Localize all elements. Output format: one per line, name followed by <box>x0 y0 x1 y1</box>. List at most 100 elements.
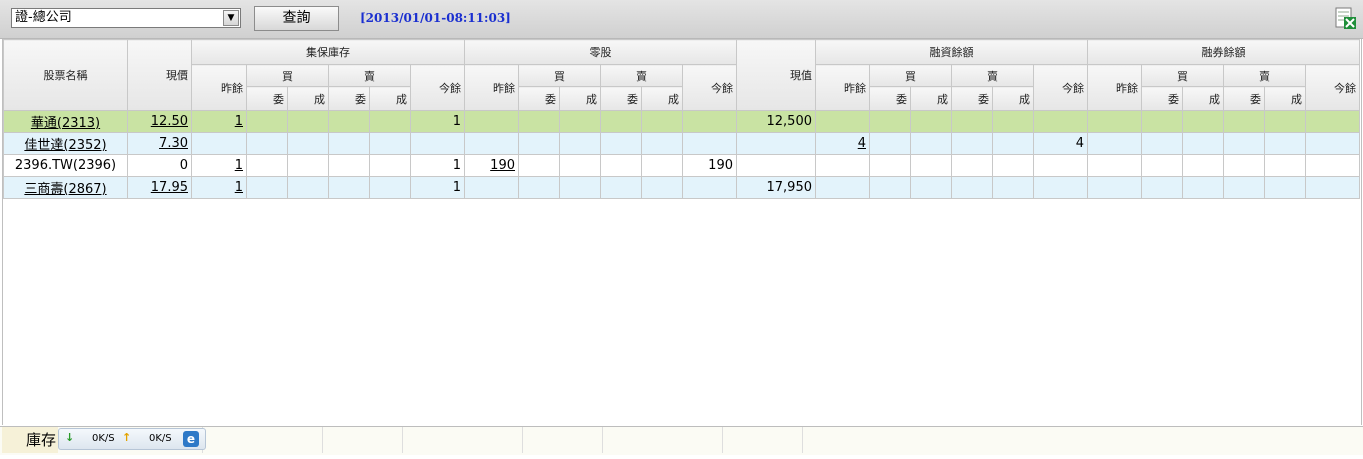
header-short-today: 今餘 <box>1305 64 1360 111</box>
table-row[interactable]: 三商壽(2867) 17.95 1 1 17,950 <box>3 176 1360 199</box>
short-prev-cell <box>1087 176 1142 199</box>
margin-today-cell <box>1033 110 1088 133</box>
price-cell: 0 <box>127 154 192 177</box>
margin-today-cell: 4 <box>1033 132 1088 155</box>
margin-today-cell <box>1033 154 1088 177</box>
custody-today-cell <box>410 132 465 155</box>
custody-prev-cell <box>191 132 247 155</box>
header-odd-lot: 零股 <box>464 39 737 65</box>
margin-prev-cell[interactable]: 4 <box>815 132 870 155</box>
network-speed-widget[interactable]: ↓ 0K/S ↑ 0K/S e <box>58 428 206 450</box>
table-row[interactable]: 佳世達(2352) 7.30 4 4 <box>3 132 1360 155</box>
market-value-cell: 12,500 <box>736 110 816 133</box>
margin-prev-cell <box>815 176 870 199</box>
header-price[interactable]: 現價 <box>127 39 192 111</box>
odd-today-cell <box>682 132 737 155</box>
custody-today-cell: 1 <box>410 154 465 177</box>
short-today-cell <box>1305 110 1360 133</box>
excel-export-icon[interactable] <box>1333 6 1357 30</box>
header-order: 委 <box>951 86 993 111</box>
header-filled: 成 <box>369 86 411 111</box>
odd-today-cell <box>682 176 737 199</box>
market-value-cell <box>736 132 816 155</box>
stock-name-link[interactable]: 三商壽(2867) <box>3 176 128 199</box>
header-order: 委 <box>1223 86 1265 111</box>
header-order: 委 <box>600 86 642 111</box>
odd-prev-cell <box>464 176 519 199</box>
header-short-sell: 賣 <box>1223 64 1306 87</box>
header-order: 委 <box>328 86 370 111</box>
header-odd-buy: 買 <box>518 64 601 87</box>
custody-today-cell: 1 <box>410 110 465 133</box>
header-margin-today: 今餘 <box>1033 64 1088 111</box>
header-filled: 成 <box>1264 86 1306 111</box>
market-value-cell <box>736 154 816 177</box>
branch-select[interactable]: 證-總公司 ▼ <box>11 8 241 28</box>
header-custody-prev: 昨餘 <box>191 64 247 111</box>
odd-today-cell: 190 <box>682 154 737 177</box>
header-order: 委 <box>246 86 288 111</box>
header-short-buy: 買 <box>1141 64 1224 87</box>
short-today-cell <box>1305 132 1360 155</box>
header-order: 委 <box>869 86 911 111</box>
custody-prev-cell[interactable]: 1 <box>191 176 247 199</box>
header-short-prev: 昨餘 <box>1087 64 1142 111</box>
stock-name-link[interactable]: 2396.TW(2396) <box>3 154 128 177</box>
odd-prev-cell[interactable]: 190 <box>464 154 519 177</box>
header-filled: 成 <box>559 86 601 111</box>
price-cell[interactable]: 17.95 <box>127 176 192 199</box>
price-cell[interactable]: 12.50 <box>127 110 192 133</box>
short-today-cell <box>1305 154 1360 177</box>
query-button[interactable]: 查詢 <box>254 6 339 31</box>
stock-name-link[interactable]: 華通(2313) <box>3 110 128 133</box>
short-today-cell <box>1305 176 1360 199</box>
header-margin-balance: 融資餘額 <box>815 39 1088 65</box>
table-row[interactable]: 2396.TW(2396) 0 1 1 190 190 <box>3 154 1360 177</box>
odd-prev-cell <box>464 110 519 133</box>
short-prev-cell <box>1087 132 1142 155</box>
timestamp: [2013/01/01-08:11:03] <box>360 11 511 25</box>
odd-prev-cell <box>464 132 519 155</box>
chevron-down-icon[interactable]: ▼ <box>223 10 239 26</box>
header-stock-name[interactable]: 股票名稱 <box>3 39 128 111</box>
header-filled: 成 <box>1182 86 1224 111</box>
price-cell[interactable]: 7.30 <box>127 132 192 155</box>
holdings-table: 股票名稱 現價 集保庫存 零股 現值 融資餘額 融券餘額 昨餘 買 賣 今餘 昨… <box>3 39 1360 199</box>
margin-prev-cell <box>815 110 870 133</box>
branch-select-value: 證-總公司 <box>15 10 72 25</box>
upload-speed: 0K/S <box>149 433 172 444</box>
header-filled: 成 <box>910 86 952 111</box>
header-odd-prev: 昨餘 <box>464 64 519 111</box>
header-filled: 成 <box>992 86 1034 111</box>
margin-today-cell <box>1033 176 1088 199</box>
arrow-down-icon: ↓ <box>65 431 75 444</box>
table-row[interactable]: 華通(2313) 12.50 1 1 12,500 <box>3 110 1360 133</box>
header-margin-sell: 賣 <box>951 64 1034 87</box>
header-custody-sell: 賣 <box>328 64 411 87</box>
header-group-custody: 集保庫存 <box>191 39 465 65</box>
header-odd-today: 今餘 <box>682 64 737 111</box>
short-prev-cell <box>1087 110 1142 133</box>
browser-icon[interactable]: e <box>183 431 199 447</box>
download-speed: 0K/S <box>92 433 115 444</box>
toolbar: 證-總公司 ▼ 查詢 [2013/01/01-08:11:03] <box>0 0 1363 39</box>
header-margin-buy: 買 <box>869 64 952 87</box>
arrow-up-icon: ↑ <box>122 431 132 444</box>
header-odd-sell: 賣 <box>600 64 683 87</box>
short-prev-cell <box>1087 154 1142 177</box>
holdings-grid[interactable]: 股票名稱 現價 集保庫存 零股 現值 融資餘額 融券餘額 昨餘 買 賣 今餘 昨… <box>2 39 1362 425</box>
header-short-balance: 融券餘額 <box>1087 39 1360 65</box>
header-filled: 成 <box>641 86 683 111</box>
header-market-value[interactable]: 現值 <box>736 39 816 111</box>
header-order: 委 <box>1141 86 1183 111</box>
custody-prev-cell[interactable]: 1 <box>191 154 247 177</box>
market-value-cell: 17,950 <box>736 176 816 199</box>
stock-name-link[interactable]: 佳世達(2352) <box>3 132 128 155</box>
header-custody-buy: 買 <box>246 64 329 87</box>
margin-prev-cell <box>815 154 870 177</box>
custody-prev-cell[interactable]: 1 <box>191 110 247 133</box>
status-label: 庫存 <box>2 427 58 453</box>
header-custody-today: 今餘 <box>410 64 465 111</box>
custody-today-cell: 1 <box>410 176 465 199</box>
header-order: 委 <box>518 86 560 111</box>
